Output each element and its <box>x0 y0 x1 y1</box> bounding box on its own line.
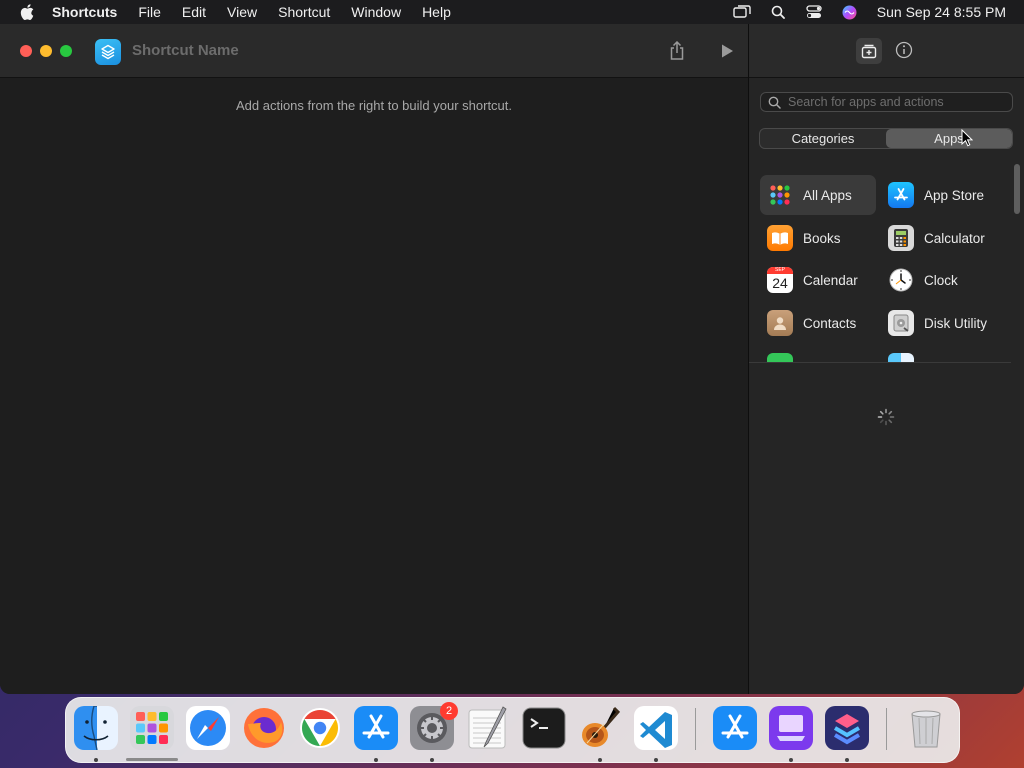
dock-firefox-icon[interactable] <box>242 706 286 750</box>
app-item-all-apps[interactable]: All Apps <box>760 175 876 215</box>
app-item-label: Clock <box>924 272 958 288</box>
actions-sidebar: Categories Apps All Apps App St <box>749 24 1024 694</box>
app-item-label: Contacts <box>803 315 857 331</box>
tab-apps[interactable]: Apps <box>886 129 1012 148</box>
dock-shortcuts-icon[interactable] <box>825 706 869 750</box>
title-bar: Shortcut Name <box>0 24 748 78</box>
running-indicator <box>374 758 378 762</box>
share-button[interactable] <box>666 39 688 63</box>
dock-chrome-icon[interactable] <box>298 706 342 750</box>
shortcut-glyph-icon[interactable] <box>95 39 121 65</box>
app-item-label: App Store <box>924 187 985 203</box>
apps-grid: All Apps App Store Books Calculator SEP … <box>749 168 1011 362</box>
menu-bar: Shortcuts File Edit View Shortcut Window… <box>0 0 1024 24</box>
search-input[interactable] <box>788 95 998 109</box>
app-item-disk-utility[interactable]: Disk Utility <box>881 303 997 343</box>
siri-icon[interactable] <box>841 4 859 20</box>
app-item-calendar[interactable]: SEP 24 Calendar <box>760 260 876 300</box>
menu-file[interactable]: File <box>138 4 161 20</box>
shortcut-details-info-icon[interactable] <box>895 41 913 59</box>
apps-scrollbar[interactable] <box>1013 162 1021 362</box>
close-window-button[interactable] <box>20 45 32 57</box>
app-item-partial[interactable] <box>881 346 997 362</box>
dock-garageband-icon[interactable] <box>578 706 622 750</box>
menu-edit[interactable]: Edit <box>182 4 206 20</box>
app-item-label: Disk Utility <box>924 315 987 331</box>
dock-terminal-icon[interactable] <box>522 706 566 750</box>
zoom-window-button[interactable] <box>60 45 72 57</box>
app-item-clock[interactable]: Clock <box>881 260 997 300</box>
running-indicator <box>845 758 849 762</box>
finder-icon <box>888 353 914 362</box>
disk-utility-icon <box>888 310 914 336</box>
app-item-app-store[interactable]: App Store <box>881 175 997 215</box>
app-item-label: Books <box>803 230 841 246</box>
dock-finder-icon[interactable] <box>74 706 118 750</box>
run-shortcut-button[interactable] <box>716 40 738 62</box>
spotlight-icon[interactable] <box>769 4 787 20</box>
menu-app-name[interactable]: Shortcuts <box>52 4 117 20</box>
mouse-pointer-icon <box>961 128 974 147</box>
calendar-month: SEP <box>767 267 793 274</box>
dock-vscode-icon[interactable] <box>634 706 678 750</box>
action-library-button[interactable] <box>856 38 882 64</box>
running-indicator <box>94 758 98 762</box>
dock-trash-icon[interactable] <box>904 706 948 750</box>
dock-launchpad-icon[interactable] <box>130 706 174 750</box>
dock-hover-indicator <box>126 758 178 761</box>
running-indicator <box>430 758 434 762</box>
dock-separator <box>886 708 887 750</box>
dock-textedit-icon[interactable] <box>466 706 510 750</box>
notification-badge: 2 <box>440 702 458 720</box>
scrollbar-thumb[interactable] <box>1014 164 1020 214</box>
running-indicator <box>789 758 793 762</box>
dock-app-store-2-icon[interactable] <box>713 706 757 750</box>
app-item-partial[interactable] <box>760 346 876 362</box>
shortcut-name-field[interactable]: Shortcut Name <box>132 42 239 59</box>
app-store-icon <box>888 182 914 208</box>
control-center-icon[interactable] <box>805 4 823 20</box>
dock-configurator-icon[interactable] <box>769 706 813 750</box>
app-item-label: Calendar <box>803 272 858 288</box>
menu-help[interactable]: Help <box>422 4 451 20</box>
running-indicator <box>654 758 658 762</box>
dock-safari-icon[interactable] <box>186 706 230 750</box>
menu-view[interactable]: View <box>227 4 257 20</box>
list-divider <box>749 362 1011 363</box>
tab-categories[interactable]: Categories <box>760 129 886 148</box>
empty-editor-hint: Add actions from the right to build your… <box>235 98 513 113</box>
library-segmented-control: Categories Apps <box>759 128 1013 149</box>
apple-menu-icon[interactable] <box>18 3 36 21</box>
clock-icon <box>888 267 914 293</box>
loading-spinner-icon <box>877 408 895 426</box>
app-item-label: All Apps <box>803 187 852 203</box>
dock-system-settings-icon[interactable]: 2 <box>410 702 458 750</box>
app-item-books[interactable]: Books <box>760 218 876 258</box>
dock: 2 <box>65 697 960 763</box>
menu-clock[interactable]: Sun Sep 24 8:55 PM <box>877 4 1006 20</box>
app-item-contacts[interactable]: Contacts <box>760 303 876 343</box>
running-indicator <box>598 758 602 762</box>
dock-separator <box>695 708 696 750</box>
calculator-icon <box>888 225 914 251</box>
menu-shortcut[interactable]: Shortcut <box>278 4 330 20</box>
calendar-day: 24 <box>772 275 788 291</box>
shortcut-editor: Shortcut Name Add actions from the right… <box>0 24 748 694</box>
search-icon <box>768 95 782 109</box>
calendar-icon: SEP 24 <box>767 267 793 293</box>
app-item-label: Calculator <box>924 230 985 246</box>
dock-app-store-icon[interactable] <box>354 706 398 750</box>
menu-window[interactable]: Window <box>351 4 401 20</box>
search-field[interactable] <box>760 92 1013 112</box>
sidebar-toolbar <box>749 24 1024 78</box>
facetime-icon <box>767 353 793 362</box>
app-item-calculator[interactable]: Calculator <box>881 218 997 258</box>
shortcuts-window: Shortcut Name Add actions from the right… <box>0 24 1024 694</box>
minimize-window-button[interactable] <box>40 45 52 57</box>
screen-mirroring-icon[interactable] <box>733 4 751 20</box>
contacts-icon <box>767 310 793 336</box>
all-apps-icon <box>767 182 793 208</box>
books-icon <box>767 225 793 251</box>
